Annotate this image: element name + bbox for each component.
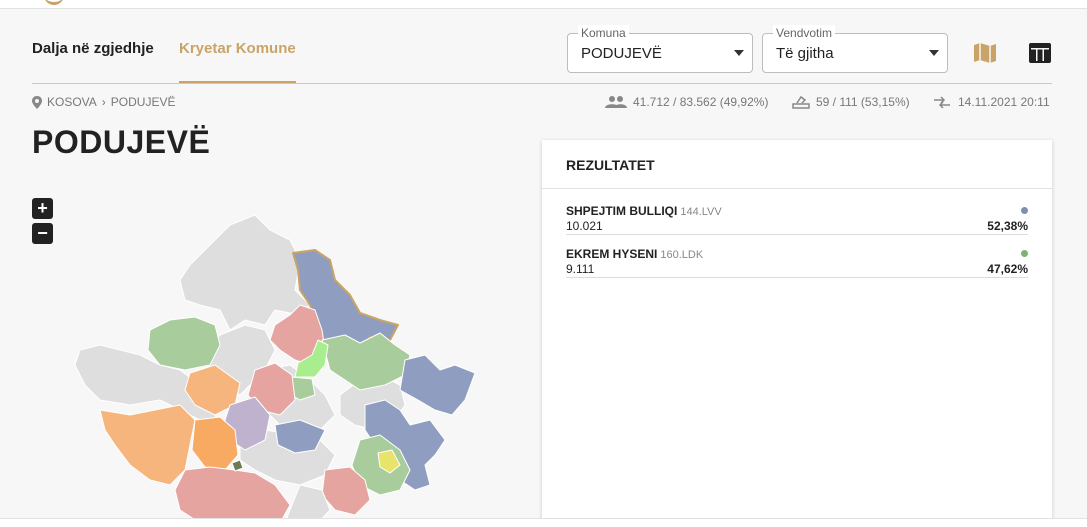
- map-region-north-grey[interactable]: [179, 214, 311, 331]
- tab-turnout[interactable]: Dalja në zgjedhje: [32, 30, 154, 82]
- candidate-percent: 47,62%: [987, 262, 1028, 276]
- location-pin-icon: [32, 95, 42, 109]
- komuna-select-value: PODUJEVË: [581, 45, 662, 62]
- candidate-party: 160.LDK: [660, 249, 704, 261]
- table-view-button[interactable]: [1027, 40, 1053, 66]
- turnout-value: 41.712 / 83.562 (49,92%): [633, 95, 769, 109]
- candidate-color-dot: [1021, 207, 1028, 214]
- candidate-color-dot: [1021, 250, 1028, 257]
- map-icon: [974, 43, 996, 63]
- top-bar: [0, 0, 1087, 9]
- logo-icon: [44, 0, 64, 5]
- vendvotim-select[interactable]: Vendvotim Të gjitha: [762, 25, 948, 73]
- tab-mayor[interactable]: Kryetar Komune: [179, 30, 296, 84]
- updated-stat: 14.11.2021 20:11: [932, 95, 1050, 109]
- candidate-percent: 52,38%: [987, 219, 1028, 233]
- map-view-button[interactable]: [972, 40, 998, 66]
- breadcrumb: KOSOVA › PODUJEVË: [32, 95, 175, 109]
- candidate-name-text: SHPEJTIM BULLIQI: [566, 204, 678, 218]
- tab-mayor-label: Kryetar Komune: [179, 40, 296, 57]
- candidate-votes: 9.111: [566, 262, 595, 276]
- kosovo-municipality-map[interactable]: [60, 205, 490, 523]
- header-divider: [32, 83, 1052, 84]
- candidate-votes: 10.021: [566, 219, 603, 233]
- update-arrows-icon: [934, 96, 950, 109]
- map-region-green-nw[interactable]: [147, 316, 221, 371]
- people-icon: [605, 96, 627, 108]
- zoom-in-button[interactable]: +: [32, 198, 53, 219]
- results-header: REZULTATET: [542, 140, 1052, 189]
- candidate-name: EKREM HYSENI 160.LDK: [566, 247, 703, 261]
- breadcrumb-root[interactable]: KOSOVA: [47, 95, 97, 109]
- stations-stat: 59 / 111 (53,15%): [792, 95, 910, 109]
- komuna-select-label: Komuna: [578, 25, 629, 41]
- results-title: REZULTATET: [566, 157, 655, 173]
- breadcrumb-current: PODUJEVË: [110, 95, 176, 109]
- vendvotim-select-value: Të gjitha: [776, 45, 834, 62]
- page-title: PODUJEVË: [32, 124, 211, 160]
- candidate-party: 144.LVV: [680, 206, 722, 218]
- candidate-name: SHPEJTIM BULLIQI 144.LVV: [566, 204, 722, 218]
- candidate-name-text: EKREM HYSENI: [566, 247, 658, 261]
- table-icon: [1029, 43, 1051, 63]
- vendvotim-select-label: Vendvotim: [773, 25, 836, 41]
- turnout-stat: 41.712 / 83.562 (49,92%): [605, 95, 768, 109]
- results-panel: REZULTATET SHPEJTIM BULLIQI 144.LVV 10.02…: [542, 140, 1052, 526]
- ballot-box-icon: [792, 95, 810, 109]
- candidate-row[interactable]: SHPEJTIM BULLIQI 144.LVV 10.021 52,38%: [566, 204, 1028, 235]
- map-region-blue-east[interactable]: [399, 354, 476, 416]
- map-region-orange-southwest[interactable]: [99, 404, 196, 486]
- zoom-out-button[interactable]: −: [32, 223, 53, 244]
- stations-value: 59 / 111 (53,15%): [816, 95, 910, 109]
- breadcrumb-separator-icon: ›: [101, 95, 106, 109]
- chevron-down-icon: [734, 50, 744, 56]
- chevron-down-icon: [929, 50, 939, 56]
- updated-value: 14.11.2021 20:11: [958, 95, 1050, 109]
- map-region-green-east[interactable]: [321, 332, 411, 391]
- candidate-row[interactable]: EKREM HYSENI 160.LDK 9.111 47,62%: [566, 247, 1028, 278]
- komuna-select[interactable]: Komuna PODUJEVË: [567, 25, 753, 73]
